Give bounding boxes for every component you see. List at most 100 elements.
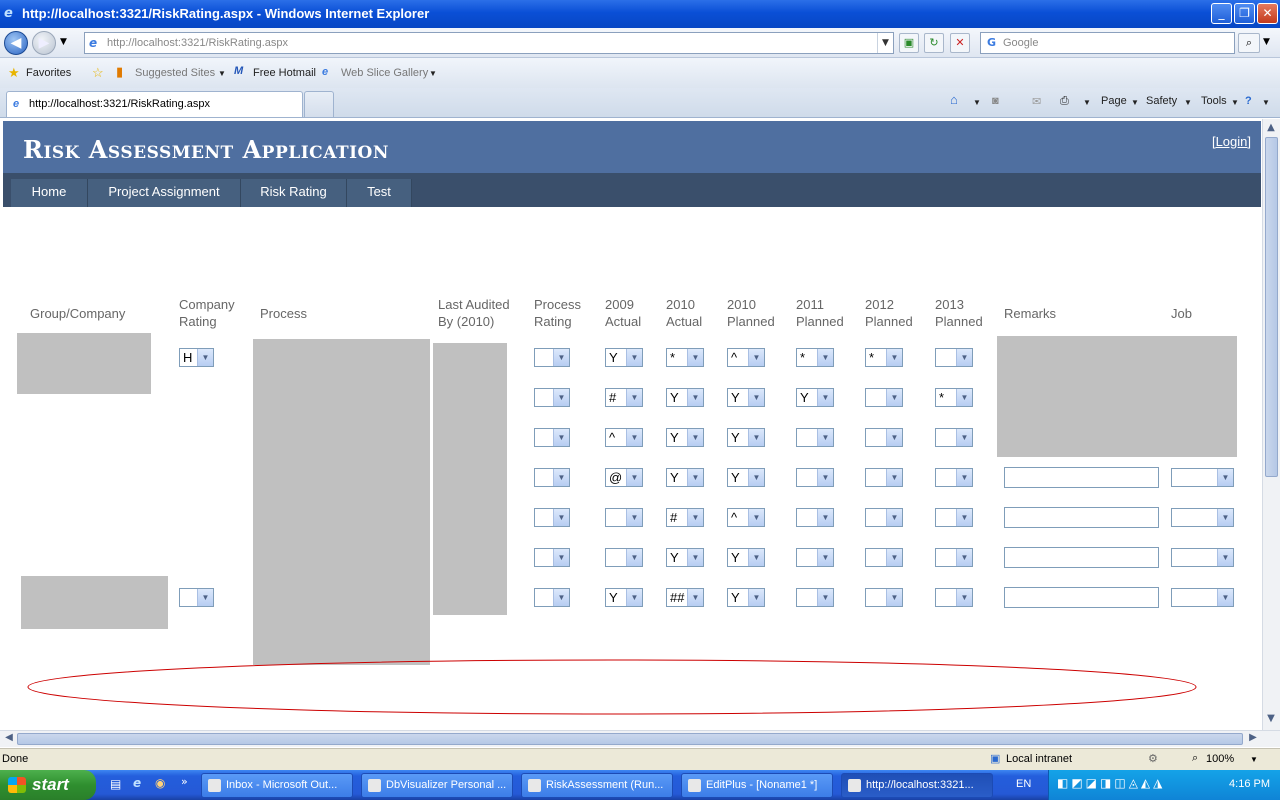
process-rating-select[interactable]: ▼: [534, 468, 570, 487]
planned-2010-select[interactable]: ^ ▼: [727, 508, 765, 527]
actual-2010-select[interactable]: Y ▼: [666, 428, 704, 447]
job-select[interactable]: ▼: [1171, 508, 1234, 527]
actual-2009-select[interactable]: ^ ▼: [605, 428, 643, 447]
actual-2010-select[interactable]: * ▼: [666, 348, 704, 367]
planned-2013-select[interactable]: ▼: [935, 468, 973, 487]
chevron-down-icon[interactable]: ▼: [218, 69, 226, 78]
actual-2009-select[interactable]: Y ▼: [605, 588, 643, 607]
company-rating-select[interactable]: ▼: [179, 588, 214, 607]
favorites-button[interactable]: Favorites: [26, 67, 71, 79]
stop-icon[interactable]: ✕: [950, 33, 970, 53]
planned-2013-select[interactable]: ▼: [935, 428, 973, 447]
actual-2009-select[interactable]: ▼: [605, 508, 643, 527]
quicklaunch-outlook-icon[interactable]: ◉: [155, 776, 165, 790]
tools-menu[interactable]: Tools: [1201, 95, 1227, 107]
planned-2010-select[interactable]: Y ▼: [727, 468, 765, 487]
address-bar[interactable]: e http://localhost:3321/RiskRating.aspx …: [84, 32, 894, 54]
home-icon[interactable]: ⌂: [950, 92, 958, 107]
compatibility-view-icon[interactable]: ▣: [899, 33, 919, 53]
protected-mode-icon[interactable]: ⚙: [1148, 752, 1158, 765]
planned-2011-select[interactable]: * ▼: [796, 348, 834, 367]
tray-icons[interactable]: ◧◩◪◨◫◬◭◮: [1057, 776, 1165, 790]
planned-2012-select[interactable]: ▼: [865, 428, 903, 447]
actual-2010-select[interactable]: ## ▼: [666, 588, 704, 607]
login-link[interactable]: [Login]: [1212, 134, 1251, 149]
horizontal-scroll-thumb[interactable]: [17, 733, 1243, 745]
taskbar-item-riskassessment[interactable]: RiskAssessment (Run...: [521, 773, 673, 798]
planned-2010-select[interactable]: Y ▼: [727, 428, 765, 447]
scroll-down-icon[interactable]: ▼: [1263, 713, 1279, 724]
chevron-down-icon[interactable]: ▼: [429, 69, 437, 78]
quicklaunch-more-icon[interactable]: »: [181, 775, 188, 788]
feeds-icon[interactable]: ◙: [992, 95, 999, 107]
planned-2013-select[interactable]: ▼: [935, 548, 973, 567]
chevron-down-icon[interactable]: ▼: [1083, 98, 1091, 107]
process-rating-select[interactable]: ▼: [534, 548, 570, 567]
back-button[interactable]: ◀: [4, 31, 28, 55]
remarks-input[interactable]: [1004, 587, 1159, 608]
planned-2012-select[interactable]: ▼: [865, 388, 903, 407]
horizontal-scrollbar[interactable]: ◀ ▶: [0, 730, 1280, 747]
zoom-icon[interactable]: ⌕: [1192, 752, 1198, 765]
remarks-input[interactable]: [1004, 547, 1159, 568]
actual-2009-select[interactable]: @ ▼: [605, 468, 643, 487]
chevron-down-icon[interactable]: ▼: [1184, 98, 1192, 107]
menu-item-home[interactable]: Home: [11, 179, 88, 207]
planned-2012-select[interactable]: ▼: [865, 588, 903, 607]
start-button[interactable]: start: [0, 770, 96, 800]
process-rating-select[interactable]: ▼: [534, 428, 570, 447]
actual-2009-select[interactable]: Y ▼: [605, 348, 643, 367]
close-window-button[interactable]: ✕: [1257, 3, 1278, 24]
planned-2012-select[interactable]: * ▼: [865, 348, 903, 367]
planned-2013-select[interactable]: ▼: [935, 508, 973, 527]
process-rating-select[interactable]: ▼: [534, 588, 570, 607]
tab-active[interactable]: e http://localhost:3321/RiskRating.aspx: [6, 91, 303, 117]
process-rating-select[interactable]: ▼: [534, 388, 570, 407]
planned-2011-select[interactable]: Y ▼: [796, 388, 834, 407]
vertical-scroll-thumb[interactable]: [1265, 137, 1278, 477]
new-tab-button[interactable]: [304, 91, 334, 117]
refresh-icon[interactable]: ↻: [924, 33, 944, 53]
planned-2013-select[interactable]: ▼: [935, 588, 973, 607]
actual-2010-select[interactable]: Y ▼: [666, 388, 704, 407]
menu-item-test[interactable]: Test: [347, 179, 412, 207]
minimize-button[interactable]: _: [1211, 3, 1232, 24]
chevron-down-icon[interactable]: ▼: [1250, 755, 1258, 764]
chevron-down-icon[interactable]: ▼: [973, 98, 981, 107]
print-icon[interactable]: ⎙: [1060, 95, 1069, 108]
language-indicator[interactable]: EN: [1016, 778, 1031, 790]
planned-2012-select[interactable]: ▼: [865, 468, 903, 487]
planned-2010-select[interactable]: Y ▼: [727, 388, 765, 407]
scroll-right-icon[interactable]: ▶: [1245, 732, 1261, 743]
planned-2011-select[interactable]: ▼: [796, 548, 834, 567]
taskbar-item-outlook[interactable]: Inbox - Microsoft Out...: [201, 773, 353, 798]
planned-2013-select[interactable]: ▼: [935, 348, 973, 367]
mail-icon[interactable]: ✉: [1032, 95, 1041, 108]
actual-2010-select[interactable]: # ▼: [666, 508, 704, 527]
taskbar-item-editplus[interactable]: EditPlus - [Noname1 *]: [681, 773, 833, 798]
menu-item-project-assignment[interactable]: Project Assignment: [88, 179, 241, 207]
search-options-icon[interactable]: ▼: [1263, 37, 1270, 47]
forward-button[interactable]: ▶: [32, 31, 56, 55]
scroll-up-icon[interactable]: ▲: [1263, 122, 1279, 133]
scroll-left-icon[interactable]: ◀: [1, 732, 17, 743]
page-menu[interactable]: Page: [1101, 95, 1127, 107]
quicklaunch-ie-icon[interactable]: e: [133, 776, 141, 790]
address-dropdown-icon[interactable]: ▼: [877, 33, 893, 53]
vertical-scrollbar[interactable]: ▲ ▼: [1262, 119, 1280, 730]
job-select[interactable]: ▼: [1171, 548, 1234, 567]
job-select[interactable]: ▼: [1171, 588, 1234, 607]
planned-2010-select[interactable]: Y ▼: [727, 588, 765, 607]
remarks-input[interactable]: [1004, 507, 1159, 528]
planned-2011-select[interactable]: ▼: [796, 468, 834, 487]
search-icon[interactable]: ⌕: [1238, 33, 1260, 53]
planned-2012-select[interactable]: ▼: [865, 508, 903, 527]
menu-item-risk-rating[interactable]: Risk Rating: [241, 179, 347, 207]
process-rating-select[interactable]: ▼: [534, 348, 570, 367]
search-box[interactable]: G Google: [980, 32, 1235, 54]
chevron-down-icon[interactable]: ▼: [1131, 98, 1139, 107]
chevron-down-icon[interactable]: ▼: [1231, 98, 1239, 107]
actual-2010-select[interactable]: Y ▼: [666, 468, 704, 487]
actual-2009-select[interactable]: ▼: [605, 548, 643, 567]
planned-2012-select[interactable]: ▼: [865, 548, 903, 567]
